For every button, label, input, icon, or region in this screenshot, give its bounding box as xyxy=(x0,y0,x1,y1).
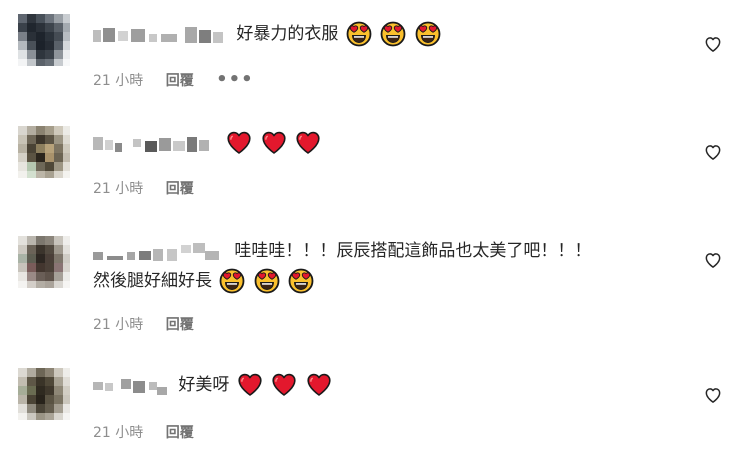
reply-button[interactable]: 回覆 xyxy=(166,316,194,334)
comment-timestamp[interactable]: 21 小時 xyxy=(93,180,143,198)
more-options-button[interactable]: ••• xyxy=(216,71,254,89)
username-link[interactable] xyxy=(93,26,227,44)
heart-eyes-emoji xyxy=(288,268,314,293)
like-heart-icon[interactable] xyxy=(703,34,723,54)
like-heart-icon[interactable] xyxy=(703,385,723,405)
red-heart-emoji xyxy=(227,131,252,154)
like-heart-icon[interactable] xyxy=(703,250,723,270)
username-link[interactable] xyxy=(93,377,169,395)
heart-eyes-emoji xyxy=(254,268,280,293)
red-heart-emoji xyxy=(238,373,262,396)
heart-eyes-emoji xyxy=(220,268,245,293)
comment-text: 哇哇哇！！！辰辰搭配這飾品也太美了吧！！！ xyxy=(234,241,592,261)
comment-text: 好美呀 xyxy=(178,375,230,395)
username-link[interactable] xyxy=(93,135,215,153)
red-heart-emoji xyxy=(272,373,296,396)
reply-button[interactable]: 回覆 xyxy=(166,424,194,442)
red-heart-emoji xyxy=(262,131,286,154)
heart-eyes-emoji xyxy=(346,21,372,47)
avatar[interactable] xyxy=(18,14,70,66)
comment-timestamp[interactable]: 21 小時 xyxy=(93,72,143,90)
red-heart-emoji xyxy=(307,373,331,396)
comment-text: 好暴力的衣服 xyxy=(236,24,339,44)
avatar[interactable] xyxy=(18,368,70,420)
username-link[interactable] xyxy=(93,242,225,261)
reply-button[interactable]: 回覆 xyxy=(166,72,194,90)
heart-eyes-emoji xyxy=(415,21,441,47)
avatar[interactable] xyxy=(18,236,70,288)
heart-eyes-emoji xyxy=(380,21,406,47)
comment-text-line-2: 然後腿好細好長 xyxy=(93,270,212,291)
comment-timestamp[interactable]: 21 小時 xyxy=(93,316,143,334)
like-heart-icon[interactable] xyxy=(703,142,723,162)
red-heart-emoji xyxy=(296,131,320,154)
comment-timestamp[interactable]: 21 小時 xyxy=(93,424,143,442)
reply-button[interactable]: 回覆 xyxy=(166,180,194,198)
avatar[interactable] xyxy=(18,126,70,178)
